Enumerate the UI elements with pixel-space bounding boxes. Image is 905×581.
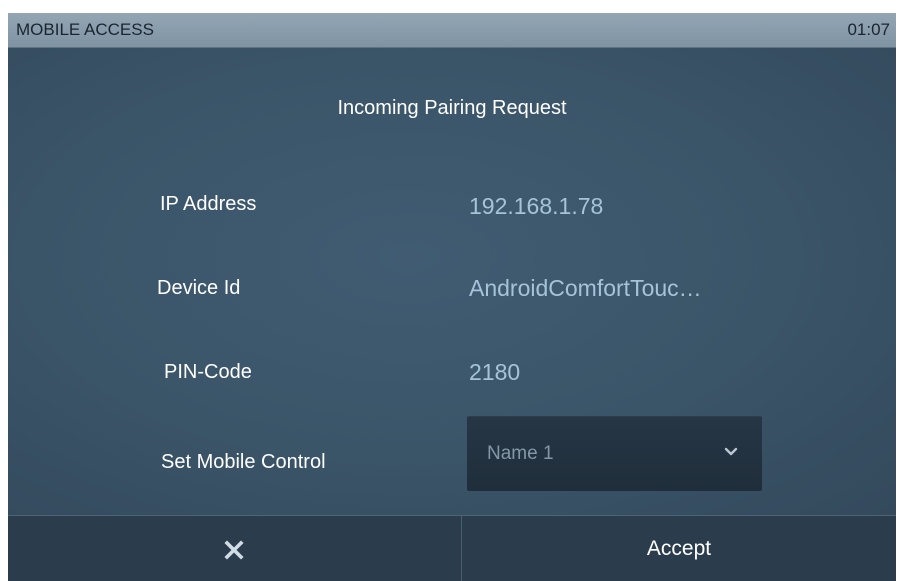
pin-code-value: 2180 bbox=[469, 359, 521, 385]
title-bar: MOBILE ACCESS 01:07 bbox=[8, 13, 896, 48]
pin-code-label: PIN-Code bbox=[164, 361, 252, 383]
accept-button[interactable]: Accept bbox=[462, 516, 896, 581]
pairing-dialog: Incoming Pairing Request IP Address 192.… bbox=[8, 48, 896, 515]
mobile-control-selected-value: Name 1 bbox=[487, 443, 554, 464]
mobile-access-screen: MOBILE ACCESS 01:07 Incoming Pairing Req… bbox=[8, 13, 896, 581]
chevron-down-icon bbox=[724, 447, 738, 456]
device-id-value: AndroidComfortTouc… bbox=[469, 275, 702, 301]
app-title: MOBILE ACCESS bbox=[16, 20, 154, 39]
ip-address-label: IP Address bbox=[160, 193, 257, 215]
mobile-control-label: Set Mobile Control bbox=[161, 451, 326, 473]
mobile-control-select[interactable]: Name 1 bbox=[467, 416, 762, 491]
footer-bar: Accept bbox=[8, 515, 896, 581]
dialog-title: Incoming Pairing Request bbox=[337, 97, 567, 119]
close-icon bbox=[224, 540, 244, 560]
ip-address-value: 192.168.1.78 bbox=[469, 193, 604, 219]
device-id-label: Device Id bbox=[157, 277, 241, 299]
cancel-button[interactable] bbox=[8, 516, 461, 581]
clock: 01:07 bbox=[847, 20, 890, 39]
accept-label: Accept bbox=[646, 537, 712, 560]
